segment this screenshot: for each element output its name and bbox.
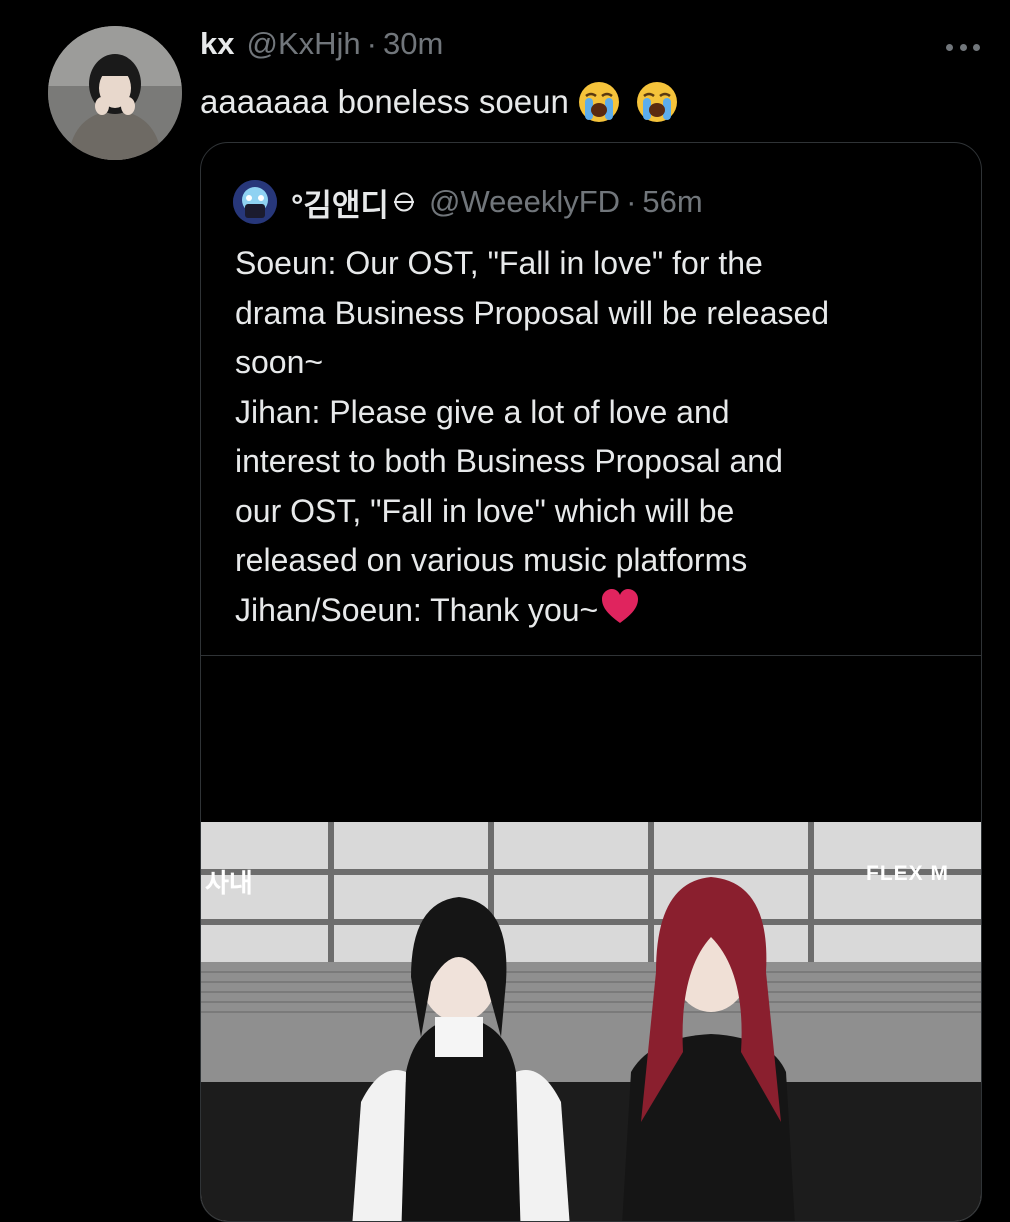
quoted-text-line: soon~ — [235, 344, 324, 380]
avatar-photo — [48, 26, 182, 160]
loudly-crying-face-icon — [578, 82, 619, 122]
quoted-timestamp[interactable]: 56m — [642, 184, 702, 220]
drama-logo: 사내 — [205, 869, 253, 899]
quoted-text-line: interest to both Business Proposal and — [235, 443, 783, 479]
quoted-tweet-header: °김앤디 @WeeeklyFD · 56m — [233, 179, 703, 225]
quoted-author-avatar[interactable] — [233, 180, 277, 224]
quoted-author-handle[interactable]: @WeeeklyFD — [429, 184, 620, 220]
author-avatar[interactable] — [48, 26, 182, 160]
quoted-header-separator: · — [626, 184, 637, 219]
quoted-text-line: drama Business Proposal will be released — [235, 294, 830, 331]
quoted-tweet-text: Soeun: Our OST, "Fall in love" for the d… — [235, 239, 975, 635]
red-heart-icon — [602, 588, 639, 623]
quoted-avatar-image — [233, 180, 277, 224]
tweet-timestamp[interactable]: 30m — [383, 26, 443, 62]
quoted-text-last: Jihan/Soeun: Thank you~ — [235, 591, 599, 628]
tweet-text-content: aaaaaaa boneless soeun — [200, 83, 569, 120]
more-dots-icon[interactable] — [946, 42, 980, 52]
author-handle[interactable]: @KxHjh — [246, 26, 360, 62]
quoted-text-line: released on various music platforms — [235, 542, 748, 578]
quoted-author-name[interactable]: °김앤디 — [291, 180, 389, 225]
video-frame-image: 사내 — [201, 822, 981, 1221]
quoted-text-line-last: Jihan/Soeun: Thank you~ — [235, 586, 975, 636]
crossed-circle-icon — [393, 192, 414, 212]
loudly-crying-face-icon — [636, 82, 677, 122]
header-separator: · — [366, 26, 377, 61]
tweet-text: aaaaaaa boneless soeun — [200, 80, 679, 124]
video-watermark: FLEX M — [866, 862, 949, 885]
quoted-tweet-card[interactable]: °김앤디 @WeeeklyFD · 56m Soeun: Our OST, "F… — [200, 142, 982, 1222]
quoted-media[interactable]: 사내 FLEX M — [201, 655, 981, 1221]
tweet-header: kx @KxHjh · 30m — [200, 26, 443, 66]
quoted-text-line: Jihan: Please give a lot of love and — [235, 393, 730, 430]
video-thumbnail[interactable]: 사내 FLEX M — [201, 822, 981, 1221]
author-name[interactable]: kx — [200, 26, 234, 62]
quoted-text-line: Soeun: Our OST, "Fall in love" for the — [235, 245, 763, 281]
quoted-text-line: our OST, "Fall in love" which will be — [235, 492, 735, 529]
